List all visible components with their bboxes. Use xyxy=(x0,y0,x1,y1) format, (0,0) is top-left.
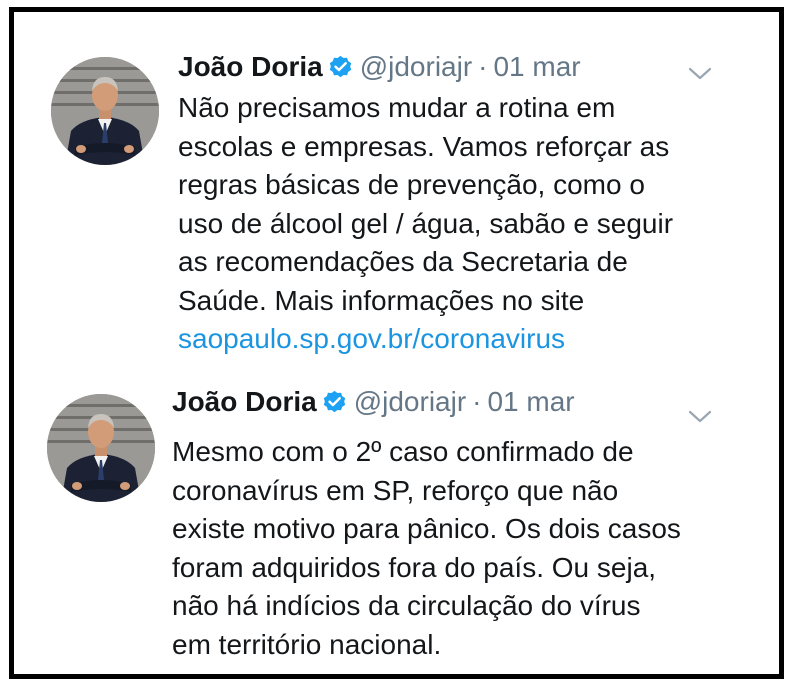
tweet-text-line: existe motivo para pânico. Os dois casos xyxy=(172,513,681,544)
tweet-text-line: uso de álcool gel / água, sabão e seguir xyxy=(178,207,674,239)
tweet-text-line: coronavírus em SP, reforço que não xyxy=(172,474,619,506)
tweet[interactable]: João Doria @jdoriajr · 01 mar Não precisam… xyxy=(14,12,779,354)
tweet-header: João Doria @jdoriajr · 01 mar xyxy=(172,386,575,418)
author-name[interactable]: João Doria xyxy=(172,386,317,417)
tweet-text: Mesmo com o 2º caso confirmado de corona… xyxy=(172,433,732,664)
author-handle[interactable]: @jdoriajr xyxy=(360,51,472,82)
screenshot-frame: João Doria @jdoriajr · 01 mar Não precisam… xyxy=(9,7,784,679)
tweet-text-line: não há indícios da circulação do vírus xyxy=(172,590,641,621)
chevron-down-icon[interactable] xyxy=(687,409,713,425)
verified-badge-icon xyxy=(323,390,345,413)
tweet-text-line: as recomendações da Secretaria de xyxy=(178,246,628,277)
avatar-photo-icon xyxy=(47,394,155,502)
avatar[interactable] xyxy=(47,394,155,502)
avatar[interactable] xyxy=(51,57,159,165)
author-handle[interactable]: @jdoriajr xyxy=(354,386,466,417)
tweet-text-line: foram adquiridos fora do país. Ou seja, xyxy=(172,551,657,583)
verified-badge-icon xyxy=(329,55,351,78)
tweet-text-line: escolas e empresas. Vamos reforçar as xyxy=(178,130,670,162)
tweet-text-line: Saúde. Mais informações no site xyxy=(178,284,585,316)
tweet-date[interactable]: 01 mar xyxy=(487,386,574,417)
separator-dot: · xyxy=(472,386,482,417)
tweet[interactable]: João Doria @jdoriajr · 01 mar Mesmo com o … xyxy=(14,347,779,674)
separator-dot: · xyxy=(478,51,488,82)
tweet-text-line: em território nacional. xyxy=(172,628,442,660)
tweet-text-line: regras básicas de prevenção, como o xyxy=(178,169,645,200)
tweet-text: Não precisamos mudar a rotina em escolas… xyxy=(178,89,738,359)
chevron-down-icon[interactable] xyxy=(687,66,713,82)
tweet-header: João Doria @jdoriajr · 01 mar xyxy=(178,51,581,83)
tweet-text-line: Não precisamos mudar a rotina em xyxy=(178,92,616,123)
avatar-photo-icon xyxy=(51,57,159,165)
tweet-date[interactable]: 01 mar xyxy=(493,51,580,82)
author-name[interactable]: João Doria xyxy=(178,51,323,82)
tweet-text-line: Mesmo com o 2º caso confirmado de xyxy=(172,436,634,467)
